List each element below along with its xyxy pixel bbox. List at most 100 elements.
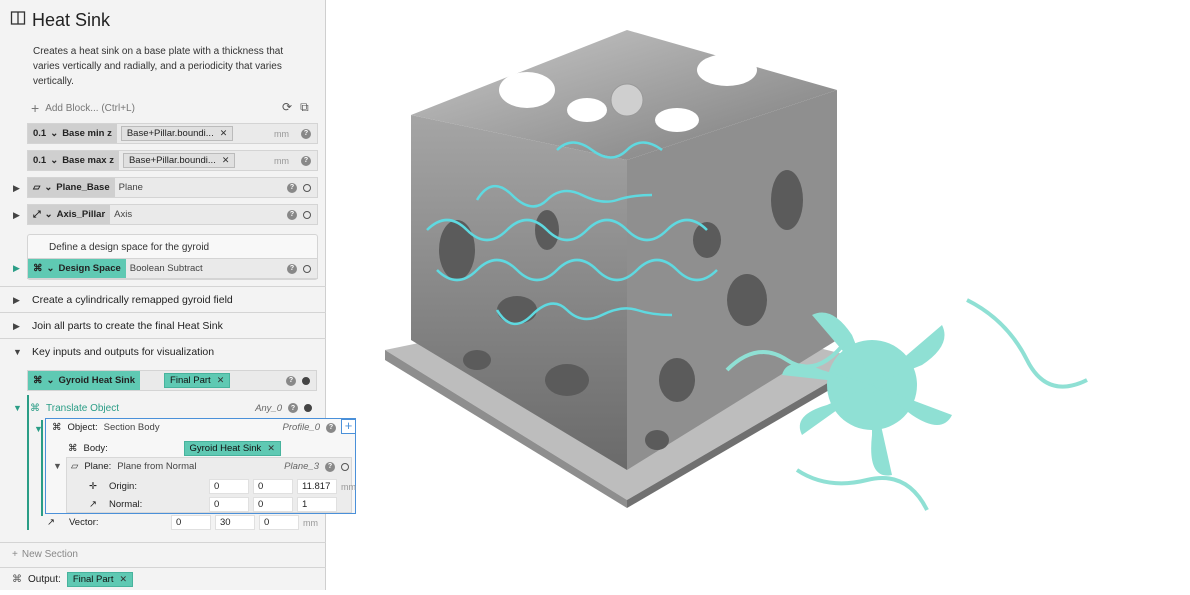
chip-label: Base+Pillar.boundi...: [128, 155, 216, 166]
origin-y-input[interactable]: 0: [253, 479, 293, 494]
duplicate-icon[interactable]: ⧉: [300, 100, 309, 115]
close-icon[interactable]: ✕: [267, 443, 275, 454]
close-icon[interactable]: ✕: [222, 155, 230, 166]
normal-y-input[interactable]: 0: [253, 497, 293, 512]
chip-label: Gyroid Heat Sink: [189, 442, 262, 454]
expand-arrow-icon[interactable]: ▶: [13, 295, 20, 306]
row-axis-pillar[interactable]: ⤢ ⌄ Axis_Pillar Axis ?: [27, 204, 318, 225]
collapse-arrow-icon[interactable]: ▼: [34, 424, 43, 434]
row-translate[interactable]: ⌘ Translate Object Any_0?: [30, 399, 318, 417]
section-title: Join all parts to create the final Heat …: [32, 319, 223, 332]
close-icon[interactable]: ✕: [217, 375, 225, 386]
expand-arrow-icon[interactable]: ▶: [13, 210, 20, 221]
section-title: Key inputs and outputs for visualization: [32, 345, 215, 358]
row-label: Design Space: [58, 263, 121, 274]
row-label: Translate Object: [46, 402, 119, 414]
close-icon[interactable]: ✕: [119, 574, 127, 585]
normal-x-input[interactable]: 0: [209, 497, 249, 512]
add-block-button[interactable]: + Add Block... (Ctrl+L): [31, 100, 135, 116]
var-tag[interactable]: ⌘ ⌄ Gyroid Heat Sink: [28, 371, 141, 390]
visibility-icon[interactable]: [303, 210, 311, 219]
object-label: Object:: [67, 422, 98, 433]
section-gyroid-field[interactable]: ▶ Create a cylindrically remapped gyroid …: [0, 286, 326, 312]
row-gyroid-heat-sink[interactable]: ⌘ ⌄ Gyroid Heat Sink Final Part ✕ ?: [27, 370, 317, 391]
type-label: Plane_3: [284, 461, 319, 472]
plus-icon: +: [12, 549, 18, 560]
normal-label: Normal:: [109, 499, 143, 510]
type-label: Profile_0: [282, 422, 321, 433]
vector-z-input[interactable]: 0: [259, 515, 299, 530]
row-base-min[interactable]: 0.1 ⌄ Base min z Base+Pillar.boundi... ✕ mm…: [27, 123, 318, 144]
expand-arrow-icon[interactable]: ▶: [13, 321, 20, 332]
output-row[interactable]: ⌘ Output: Final Part ✕: [0, 567, 326, 590]
help-icon[interactable]: ?: [301, 128, 311, 139]
help-icon[interactable]: ?: [286, 375, 296, 386]
title-text: Heat Sink: [32, 10, 111, 30]
collapse-arrow-icon[interactable]: ▼: [13, 403, 22, 413]
description: Creates a heat sink on a base plate with…: [33, 46, 284, 87]
tree-line: [27, 395, 29, 530]
body-icon: ⌘: [68, 442, 78, 454]
visibility-icon[interactable]: [304, 404, 312, 412]
input-chip[interactable]: Base+Pillar.boundi... ✕: [120, 126, 234, 141]
row-base-max[interactable]: 0.1 ⌄ Base max z Base+Pillar.boundi... ✕ mm…: [27, 150, 318, 171]
output-chip[interactable]: Final Part ✕: [66, 571, 134, 587]
origin-x-input[interactable]: 0: [209, 479, 249, 494]
chevron-down-icon: ⌄: [46, 263, 55, 274]
input-chip[interactable]: Final Part ✕: [164, 373, 231, 388]
row-plane-base[interactable]: ▱ ⌄ Plane_Base Plane ?: [27, 177, 318, 198]
vector-label: Vector:: [69, 517, 99, 528]
chip-label: Base+Pillar.boundi...: [126, 128, 214, 139]
unit-label: mm: [303, 517, 318, 528]
profile-icon: ⌘: [52, 422, 62, 433]
chevron-down-icon: ⌄: [50, 128, 59, 139]
help-icon[interactable]: ?: [287, 263, 297, 274]
row-label: Base min z: [62, 128, 112, 139]
expand-arrow-icon[interactable]: ▶: [13, 263, 20, 274]
plus-icon: +: [31, 100, 40, 116]
object-row[interactable]: ⌘ Object: Section Body Profile_0?: [52, 422, 352, 433]
row-design-space[interactable]: ⌘ ⌄ Design Space Boolean Subtract ?: [27, 258, 318, 279]
refresh-icon[interactable]: ⟳: [282, 100, 292, 115]
visibility-icon[interactable]: [303, 183, 311, 192]
translate-icon: ⌘: [30, 402, 40, 414]
section-body-block[interactable]: ▼ ⌘ Object: Section Body Profile_0? ⌘ Bo…: [34, 418, 356, 514]
section-key-io[interactable]: ▼ Key inputs and outputs for visualizatio…: [0, 338, 326, 364]
origin-label: Origin:: [109, 481, 137, 492]
body-chip[interactable]: Gyroid Heat Sink ✕: [183, 440, 281, 456]
visibility-icon[interactable]: [302, 376, 310, 385]
section-join-parts[interactable]: ▶ Join all parts to create the final Heat…: [0, 312, 326, 338]
var-tag[interactable]: ⤢ ⌄ Axis_Pillar: [28, 205, 111, 224]
output-label: Output:: [28, 573, 61, 585]
help-icon[interactable]: ?: [301, 155, 311, 166]
plane-icon: ▱: [71, 461, 79, 472]
body-row[interactable]: ⌘ Body: Gyroid Heat Sink ✕: [68, 439, 318, 457]
add-block-label: Add Block... (Ctrl+L): [45, 102, 135, 114]
row-label: Base max z: [62, 155, 114, 166]
collapse-arrow-icon[interactable]: ▼: [13, 347, 22, 357]
visibility-icon[interactable]: [303, 264, 311, 273]
plane-icon: ▱: [33, 182, 41, 193]
plane-row[interactable]: ▱ Plane: Plane from Normal Plane_3?: [71, 461, 349, 472]
expand-arrow-icon[interactable]: ▶: [13, 183, 20, 194]
input-chip[interactable]: Base+Pillar.boundi... ✕: [122, 153, 236, 168]
var-tag[interactable]: ▱ ⌄ Plane_Base: [28, 178, 115, 197]
help-icon[interactable]: ?: [287, 209, 297, 220]
var-tag[interactable]: ⌘ ⌄ Design Space: [28, 259, 126, 278]
viewport[interactable]: [327, 0, 1190, 590]
unit-label: mm: [274, 128, 289, 139]
vector-x-input[interactable]: 0: [171, 515, 211, 530]
vector-y-input[interactable]: 30: [215, 515, 255, 530]
collapse-arrow-icon[interactable]: ▼: [53, 461, 62, 471]
heat-sink-render: [385, 30, 1088, 511]
help-icon[interactable]: ?: [287, 182, 297, 193]
gyroid-icon: ⌘: [33, 263, 43, 274]
close-icon[interactable]: ✕: [220, 128, 228, 139]
var-tag[interactable]: 0.1 ⌄ Base min z: [28, 124, 117, 143]
panel-toggle-icon[interactable]: [10, 10, 26, 31]
plane-label: Plane:: [84, 461, 112, 472]
plane-block[interactable]: ▱ Plane: Plane from Normal Plane_3? ✛ Or…: [66, 457, 356, 513]
new-section-button[interactable]: + New Section: [0, 542, 326, 566]
help-icon[interactable]: ?: [288, 403, 298, 413]
var-tag[interactable]: 0.1 ⌄ Base max z: [28, 151, 119, 170]
